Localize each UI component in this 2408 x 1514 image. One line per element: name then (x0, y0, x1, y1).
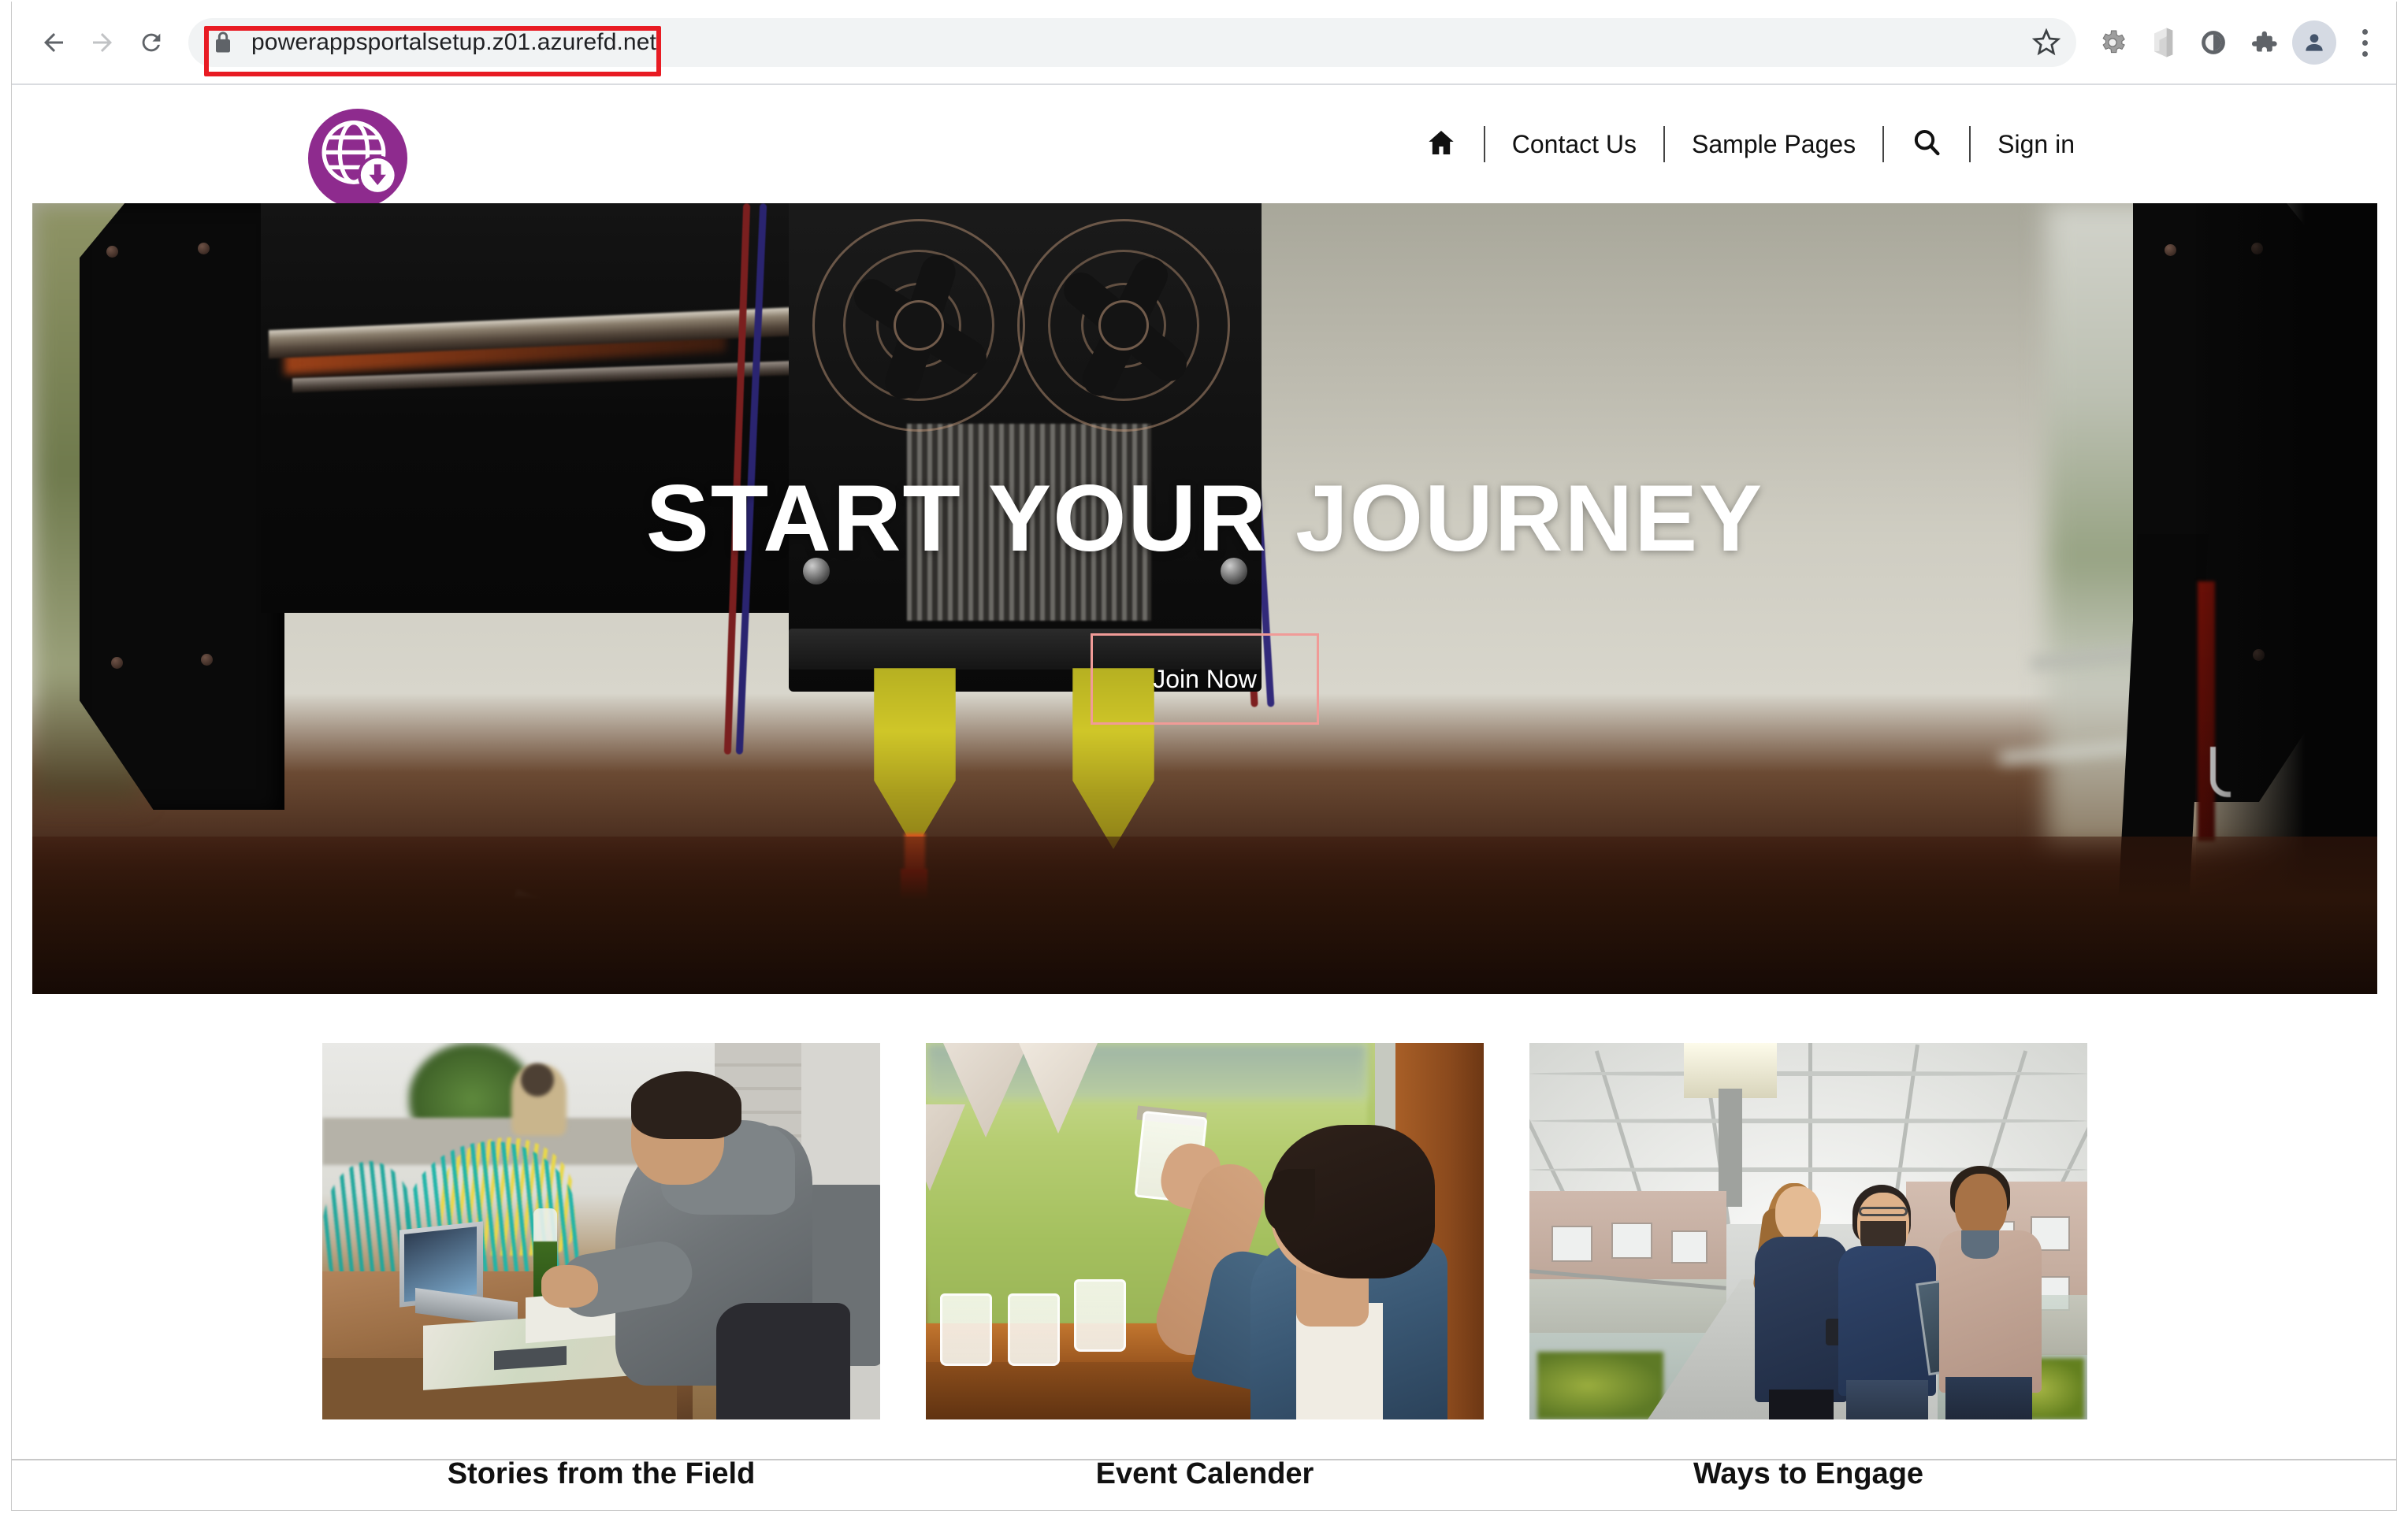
card-image-stories-from-the-field[interactable] (322, 1043, 880, 1419)
feature-card[interactable]: Ways to Engage (1529, 1043, 2087, 1491)
extensions-puzzle-icon[interactable] (2239, 17, 2289, 68)
profile-avatar-icon[interactable] (2289, 17, 2339, 68)
address-bar-container: powerappsportalsetup.z01.azurefd.net (188, 18, 2076, 67)
home-icon (1425, 127, 1457, 162)
nav-home-icon-item[interactable] (1399, 127, 1484, 162)
forward-arrow-icon[interactable] (78, 18, 127, 67)
lock-icon[interactable] (212, 29, 234, 56)
toolbar-icon-group (2087, 17, 2396, 68)
bookmark-star-icon[interactable] (2021, 17, 2072, 68)
site-header: Contact Us Sample Pages Sign in (12, 85, 2396, 208)
feature-card[interactable]: Stories from the Field (322, 1043, 880, 1491)
address-bar[interactable]: powerappsportalsetup.z01.azurefd.net (188, 18, 2076, 67)
browser-toolbar: powerappsportalsetup.z01.azurefd.net (12, 2, 2396, 83)
nav-link-sample-pages[interactable]: Sample Pages (1665, 130, 1882, 159)
circle-extension-icon[interactable] (2188, 17, 2239, 68)
page-bottom-rule (12, 1459, 2396, 1460)
hero-title: START YOUR JOURNEY (645, 466, 1764, 571)
browser-window: powerappsportalsetup.z01.azurefd.net Con… (11, 2, 2397, 1511)
globe-download-logo[interactable] (299, 101, 417, 219)
more-menu-icon[interactable] (2339, 17, 2390, 68)
nav-link-sign-in[interactable]: Sign in (1971, 130, 2101, 159)
feature-card-row: Stories from the Field Event Calender Wa… (12, 994, 2396, 1491)
nav-search-icon-item[interactable] (1884, 127, 1969, 162)
feature-card[interactable]: Event Calender (926, 1043, 1484, 1491)
back-arrow-icon[interactable] (29, 18, 78, 67)
card-title[interactable]: Ways to Engage (1529, 1419, 2087, 1491)
card-title[interactable]: Stories from the Field (322, 1419, 880, 1491)
search-icon (1911, 127, 1942, 162)
site-navigation: Contact Us Sample Pages Sign in (1399, 85, 2101, 203)
nav-link-contact-us[interactable]: Contact Us (1485, 130, 1663, 159)
card-image-ways-to-engage[interactable] (1529, 1043, 2087, 1419)
url-text[interactable]: powerappsportalsetup.z01.azurefd.net (251, 29, 656, 56)
card-image-event-calender[interactable] (926, 1043, 1484, 1419)
join-now-button[interactable]: Join Now (1091, 633, 1319, 725)
office-extension-icon[interactable] (2138, 17, 2188, 68)
gear-extension-icon[interactable] (2087, 17, 2138, 68)
hero-content: START YOUR JOURNEY Join Now (32, 203, 2377, 994)
page-viewport: Contact Us Sample Pages Sign in START YO… (12, 85, 2396, 1509)
card-title[interactable]: Event Calender (926, 1419, 1484, 1491)
hero-banner: START YOUR JOURNEY Join Now (32, 203, 2377, 994)
reload-icon[interactable] (127, 18, 176, 67)
